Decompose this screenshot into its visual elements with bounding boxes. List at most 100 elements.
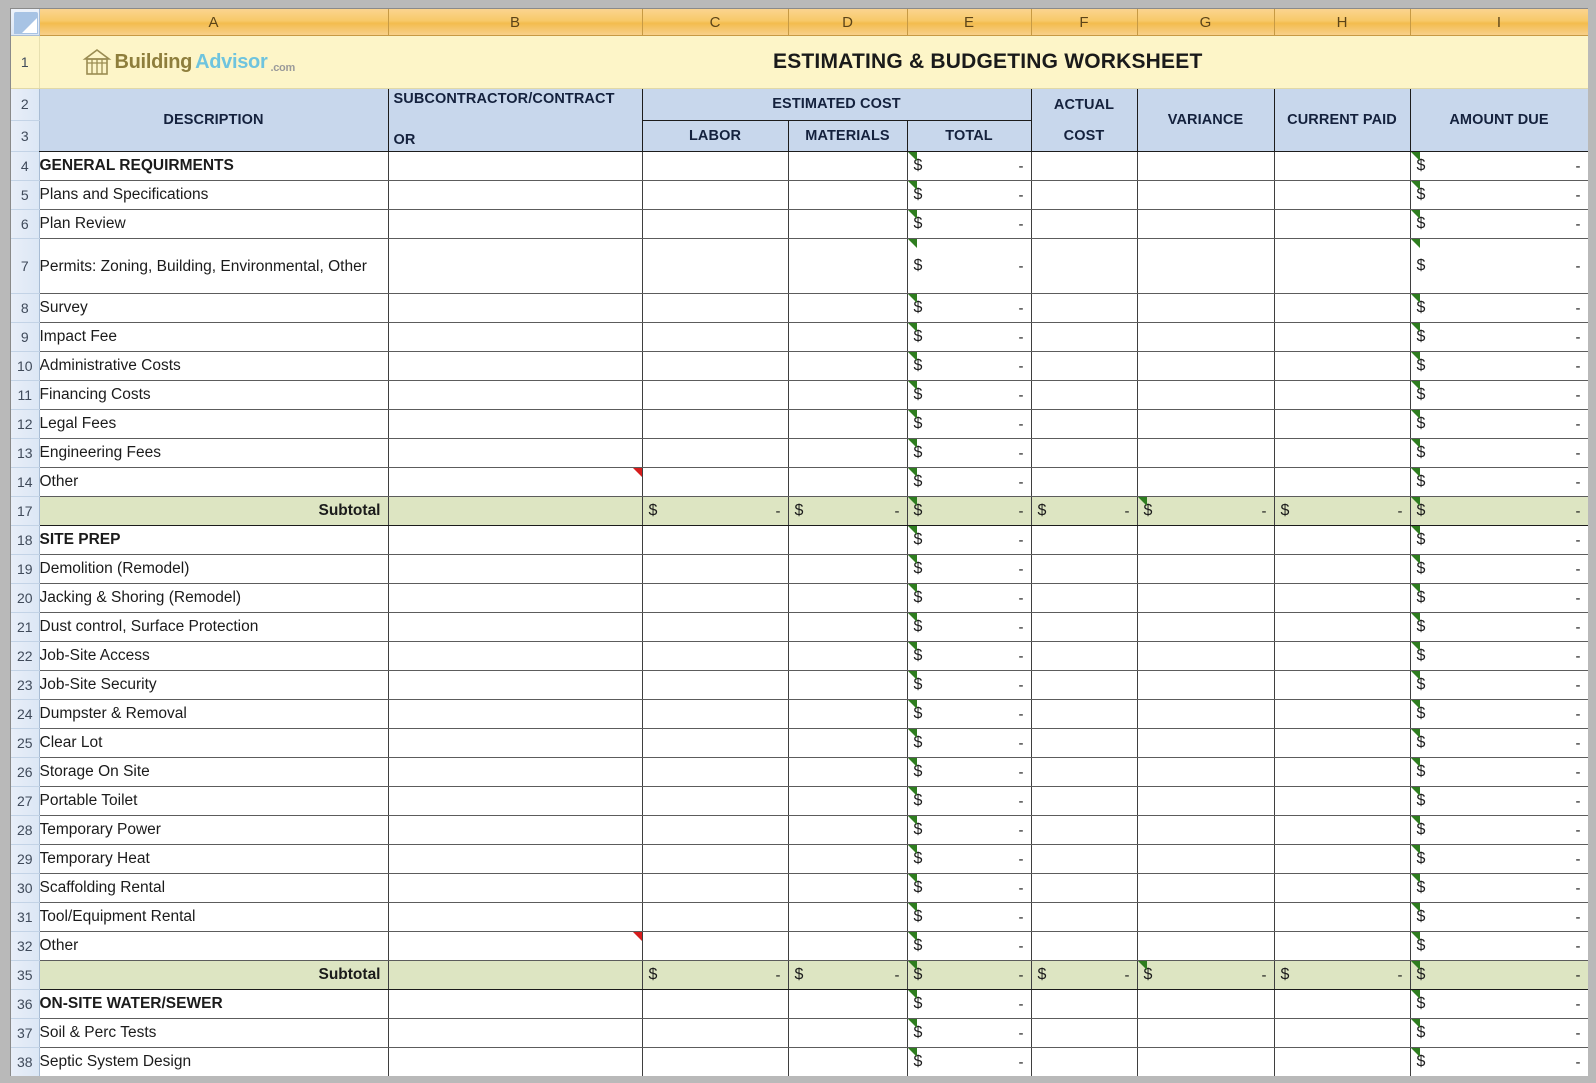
labor-cell[interactable] xyxy=(642,670,789,700)
actual-cost-cell[interactable] xyxy=(1031,209,1138,239)
materials-cell[interactable] xyxy=(788,525,908,555)
subtotal-label[interactable]: Subtotal xyxy=(39,960,389,990)
amount-due-cell[interactable]: $ - xyxy=(1410,322,1588,352)
amount-due-cell[interactable]: $ - xyxy=(1410,583,1588,613)
current-paid-cell[interactable] xyxy=(1274,322,1411,352)
labor-cell[interactable] xyxy=(642,989,789,1019)
amount-due-cell[interactable]: $ - xyxy=(1410,728,1588,758)
current-paid-cell[interactable] xyxy=(1274,728,1411,758)
description-cell[interactable]: Plan Review xyxy=(39,209,389,239)
amount-due-cell[interactable]: $ - xyxy=(1410,931,1588,961)
description-cell[interactable]: Other xyxy=(39,467,389,497)
description-cell[interactable]: Job-Site Access xyxy=(39,641,389,671)
materials-cell[interactable] xyxy=(788,467,908,497)
subcontractor-cell[interactable] xyxy=(388,322,643,352)
column-header-d[interactable]: D xyxy=(788,9,908,36)
materials-cell[interactable] xyxy=(788,612,908,642)
row-header-35[interactable]: 35 xyxy=(11,960,40,990)
materials-cell[interactable] xyxy=(788,293,908,323)
column-header-a[interactable]: A xyxy=(39,9,389,36)
description-cell[interactable]: Administrative Costs xyxy=(39,351,389,381)
total-cell[interactable]: $ - xyxy=(907,583,1032,613)
variance-cell[interactable] xyxy=(1137,989,1275,1019)
labor-cell[interactable] xyxy=(642,467,789,497)
variance-cell[interactable] xyxy=(1137,525,1275,555)
current-paid-cell[interactable] xyxy=(1274,670,1411,700)
materials-cell[interactable] xyxy=(788,844,908,874)
amount-due-cell[interactable]: $ - xyxy=(1410,409,1588,439)
variance-cell[interactable] xyxy=(1137,699,1275,729)
current-paid-cell[interactable] xyxy=(1274,699,1411,729)
total-cell[interactable]: $ - xyxy=(907,931,1032,961)
current-paid-cell[interactable] xyxy=(1274,1047,1411,1076)
row-header-17[interactable]: 17 xyxy=(11,496,40,526)
labor-cell[interactable] xyxy=(642,322,789,352)
materials-cell[interactable] xyxy=(788,1018,908,1048)
total-cell[interactable]: $ - xyxy=(907,380,1032,410)
row-header-31[interactable]: 31 xyxy=(11,902,40,932)
row-header-29[interactable]: 29 xyxy=(11,844,40,874)
labor-cell[interactable]: $ - xyxy=(642,960,789,990)
total-cell[interactable]: $ - xyxy=(907,960,1032,990)
description-cell[interactable]: Scaffolding Rental xyxy=(39,873,389,903)
amount-due-cell[interactable]: $ - xyxy=(1410,873,1588,903)
description-cell[interactable]: Legal Fees xyxy=(39,409,389,439)
row-header-30[interactable]: 30 xyxy=(11,873,40,903)
labor-cell[interactable] xyxy=(642,438,789,468)
materials-cell[interactable] xyxy=(788,438,908,468)
row-header-14[interactable]: 14 xyxy=(11,467,40,497)
materials-cell[interactable] xyxy=(788,641,908,671)
amount-due-cell[interactable]: $ - xyxy=(1410,902,1588,932)
row-header-3[interactable]: 3 xyxy=(11,120,40,152)
variance-cell[interactable] xyxy=(1137,293,1275,323)
labor-cell[interactable] xyxy=(642,351,789,381)
current-paid-cell[interactable] xyxy=(1274,209,1411,239)
variance-cell[interactable] xyxy=(1137,757,1275,787)
labor-cell[interactable] xyxy=(642,583,789,613)
amount-due-cell[interactable]: $ - xyxy=(1410,438,1588,468)
row-header-38[interactable]: 38 xyxy=(11,1047,40,1076)
total-cell[interactable]: $ - xyxy=(907,670,1032,700)
description-cell[interactable]: Demolition (Remodel) xyxy=(39,554,389,584)
actual-cost-cell[interactable] xyxy=(1031,670,1138,700)
subcontractor-cell[interactable] xyxy=(388,438,643,468)
current-paid-cell[interactable] xyxy=(1274,1018,1411,1048)
total-cell[interactable]: $ - xyxy=(907,728,1032,758)
total-cell[interactable]: $ - xyxy=(907,438,1032,468)
actual-cost-cell[interactable] xyxy=(1031,1018,1138,1048)
variance-cell[interactable] xyxy=(1137,670,1275,700)
total-cell[interactable]: $ - xyxy=(907,1047,1032,1076)
total-cell[interactable]: $ - xyxy=(907,151,1032,181)
column-header-b[interactable]: B xyxy=(388,9,643,36)
current-paid-cell[interactable] xyxy=(1274,641,1411,671)
current-paid-cell[interactable] xyxy=(1274,238,1411,294)
variance-cell[interactable] xyxy=(1137,351,1275,381)
current-paid-cell[interactable] xyxy=(1274,525,1411,555)
variance-cell[interactable] xyxy=(1137,902,1275,932)
actual-cost-cell[interactable] xyxy=(1031,931,1138,961)
actual-cost-cell[interactable] xyxy=(1031,293,1138,323)
amount-due-cell[interactable]: $ - xyxy=(1410,960,1588,990)
current-paid-cell[interactable] xyxy=(1274,467,1411,497)
description-cell[interactable]: Plans and Specifications xyxy=(39,180,389,210)
current-paid-cell[interactable] xyxy=(1274,757,1411,787)
actual-cost-cell[interactable]: $ - xyxy=(1031,960,1138,990)
labor-cell[interactable] xyxy=(642,786,789,816)
materials-cell[interactable] xyxy=(788,989,908,1019)
description-cell[interactable]: Portable Toilet xyxy=(39,786,389,816)
current-paid-cell[interactable] xyxy=(1274,293,1411,323)
actual-cost-cell[interactable] xyxy=(1031,351,1138,381)
materials-cell[interactable] xyxy=(788,180,908,210)
amount-due-cell[interactable]: $ - xyxy=(1410,989,1588,1019)
current-paid-cell[interactable]: $ - xyxy=(1274,960,1411,990)
actual-cost-cell[interactable]: $ - xyxy=(1031,496,1138,526)
subcontractor-cell[interactable] xyxy=(388,728,643,758)
row-header-23[interactable]: 23 xyxy=(11,670,40,700)
variance-cell[interactable] xyxy=(1137,438,1275,468)
total-cell[interactable]: $ - xyxy=(907,293,1032,323)
column-header-c[interactable]: C xyxy=(642,9,789,36)
amount-due-cell[interactable]: $ - xyxy=(1410,180,1588,210)
total-cell[interactable]: $ - xyxy=(907,209,1032,239)
current-paid-cell[interactable] xyxy=(1274,902,1411,932)
description-cell[interactable]: GENERAL REQUIRMENTS xyxy=(39,151,389,181)
